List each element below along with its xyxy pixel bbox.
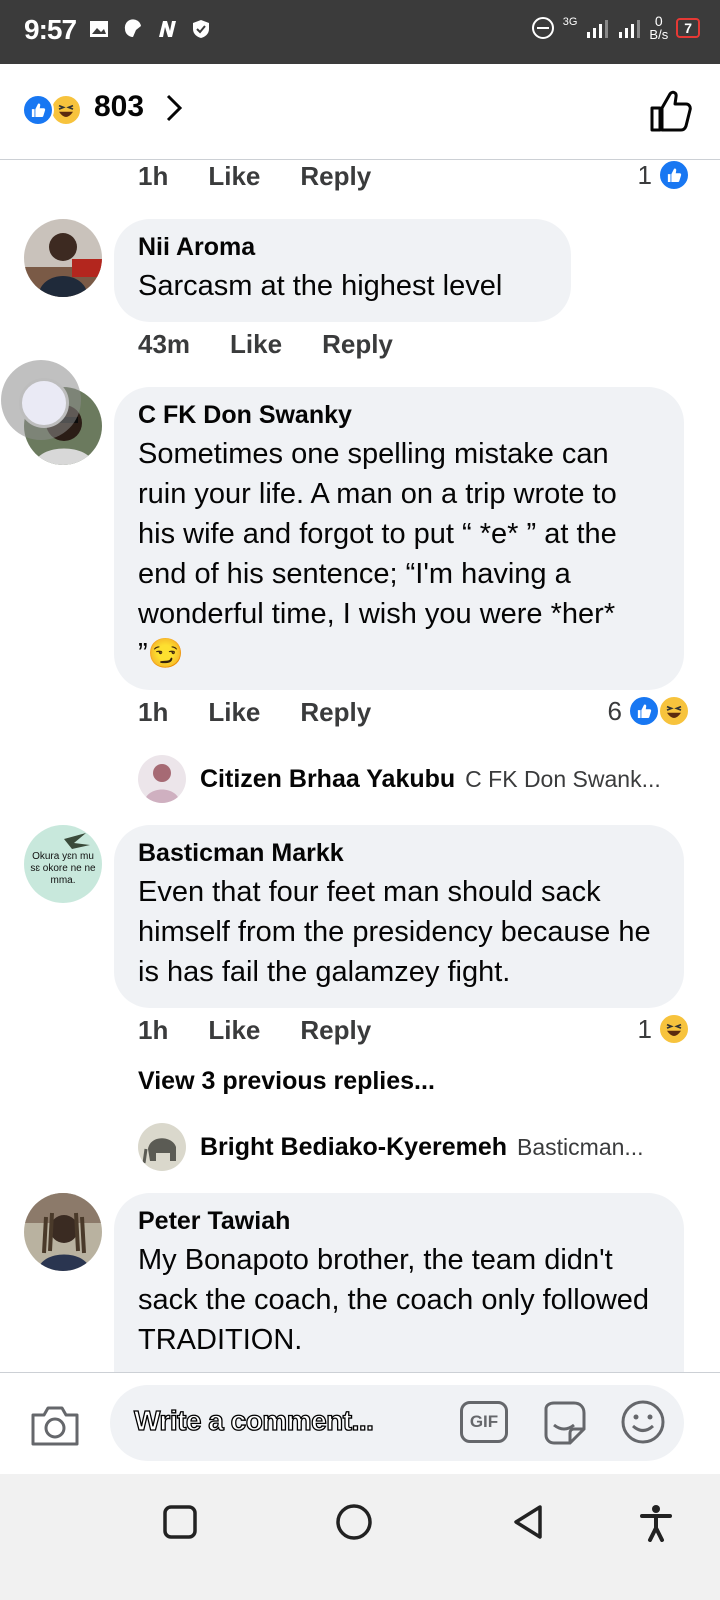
avatar-caption: Okura yɛn mu sɛ okore ne ne mma. (30, 851, 96, 886)
accessibility-icon[interactable] (636, 1502, 676, 1542)
comment-actions: 1h Like Reply (138, 697, 371, 728)
network-type: 3G (562, 16, 578, 28)
comment-time: 43m (138, 329, 191, 359)
comment-time: 1h (138, 161, 169, 191)
reply-button[interactable]: Reply (322, 329, 393, 360)
reply-author[interactable]: Bright Bediako-Kyeremeh (200, 1133, 507, 1162)
reactions-header[interactable]: 803 (0, 64, 720, 160)
gif-button[interactable]: GIF (460, 1401, 508, 1443)
assistive-touch-button[interactable] (1, 360, 81, 440)
comment-input[interactable]: Write a comment... GIF (110, 1385, 684, 1461)
haha-reaction-icon (50, 94, 82, 126)
like-reaction-icon (628, 695, 660, 727)
comment-text: Even that four feet man should sack hims… (138, 876, 651, 988)
avatar[interactable] (24, 1193, 102, 1271)
commenter-name[interactable]: Nii Aroma (138, 233, 547, 262)
signal-icon-1 (587, 20, 609, 38)
comment-bubble[interactable]: C FK Don Swanky Sometimes one spelling m… (114, 387, 684, 690)
like-button[interactable]: Like (208, 161, 260, 192)
battery-indicator: 7 (676, 18, 700, 38)
comment-text: Sometimes one spelling mistake can ruin … (138, 438, 617, 670)
comment-bubble[interactable]: Basticman Markk Even that four feet man … (114, 825, 684, 1008)
view-previous-replies[interactable]: View 3 previous replies... (138, 1067, 435, 1096)
comment-input-placeholder: Write a comment... (133, 1404, 374, 1436)
n-notification-icon (159, 21, 176, 37)
chevron-right-icon[interactable] (162, 90, 186, 126)
reply-author[interactable]: Citizen Brhaa Yakubu (200, 765, 455, 794)
home-icon[interactable] (334, 1502, 374, 1542)
data-rate: 0 B/s (649, 13, 669, 42)
comments-sheet: 803 1h Like Reply 1 Nii Aroma Sarcasm at… (0, 64, 720, 1600)
shield-notification-icon (193, 20, 209, 38)
reply-preview[interactable]: Bright Bediako-Kyeremeh Basticman... (200, 1133, 644, 1162)
avatar[interactable] (24, 219, 102, 297)
gallery-notification-icon (90, 21, 108, 37)
back-icon[interactable] (508, 1502, 548, 1542)
commenter-name[interactable]: Peter Tawiah (138, 1207, 660, 1236)
avatar[interactable]: Okura yɛn mu sɛ okore ne ne mma. (24, 825, 102, 903)
comment-actions: 1h Like Reply (138, 161, 371, 192)
do-not-disturb-icon (531, 17, 554, 39)
haha-reaction-icon (658, 695, 690, 727)
status-notification-icons (88, 18, 212, 40)
comment-time: 1h (138, 697, 169, 727)
comment-reaction-count[interactable]: 1 (638, 161, 690, 191)
haha-reaction-icon (658, 1013, 690, 1045)
comment-reaction-count[interactable]: 1 (638, 1013, 690, 1045)
reply-preview[interactable]: Citizen Brhaa Yakubu C FK Don Swank... (200, 765, 661, 794)
system-nav-bar (0, 1474, 720, 1600)
recent-apps-icon[interactable] (160, 1502, 200, 1542)
emoji-icon[interactable] (620, 1399, 666, 1445)
signal-icon-2 (619, 20, 641, 38)
commenter-name[interactable]: C FK Don Swanky (138, 401, 660, 430)
comment-text: My Bonapoto brother, the team didn't sac… (138, 1244, 650, 1356)
comment-feed[interactable]: 1h Like Reply 1 Nii Aroma Sarcasm at the… (0, 161, 720, 1377)
like-button[interactable]: Like (230, 329, 282, 360)
reply-avatar[interactable] (138, 755, 186, 803)
comment-bubble[interactable]: Peter Tawiah My Bonapoto brother, the te… (114, 1193, 684, 1377)
like-reaction-icon (22, 94, 54, 126)
reply-button[interactable]: Reply (300, 161, 371, 192)
reply-snippet: Basticman... (517, 1134, 644, 1160)
camera-icon[interactable] (30, 1403, 80, 1447)
status-right-icons: 3G 0 B/s 7 (531, 14, 700, 42)
like-button[interactable]: Like (208, 697, 260, 728)
like-reaction-icon (658, 161, 690, 191)
comment-bubble[interactable]: Nii Aroma Sarcasm at the highest level (114, 219, 571, 322)
commenter-name[interactable]: Basticman Markk (138, 839, 660, 868)
header-reactions (22, 94, 86, 126)
reaction-total[interactable]: 803 (94, 90, 144, 124)
reply-button[interactable]: Reply (300, 1015, 371, 1046)
comment-reaction-count[interactable]: 6 (608, 695, 690, 727)
status-time: 9:57 (24, 14, 77, 45)
like-button[interactable]: Like (208, 1015, 260, 1046)
comment-text: Sarcasm at the highest level (138, 270, 503, 302)
comment-composer: Write a comment... GIF (0, 1372, 720, 1472)
comment-actions: 43m Like Reply (138, 329, 393, 360)
comment-time: 1h (138, 1015, 169, 1045)
sticker-icon[interactable] (540, 1399, 588, 1447)
status-bar: 9:57 3G 0 B/s 7 (0, 0, 720, 64)
comment-actions: 1h Like Reply (138, 1015, 371, 1046)
like-post-icon[interactable] (648, 88, 694, 134)
reply-snippet: C FK Don Swank... (465, 766, 661, 792)
app-notification-icon (124, 19, 141, 37)
reply-button[interactable]: Reply (300, 697, 371, 728)
reply-avatar[interactable] (138, 1123, 186, 1171)
